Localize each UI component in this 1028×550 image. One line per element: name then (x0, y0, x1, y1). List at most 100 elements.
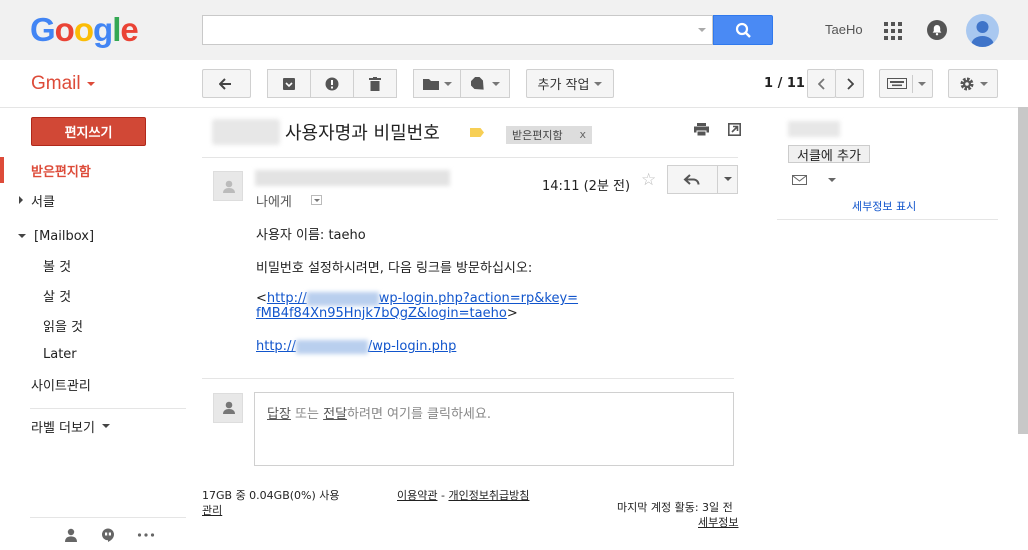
sidebar-item-site-admin[interactable]: 사이트관리 (0, 371, 186, 397)
chevron-down-icon (917, 81, 926, 86)
login-link[interactable]: http:///wp-login.php (256, 339, 456, 354)
labels-button[interactable] (460, 69, 510, 98)
notifications-bell-icon[interactable] (927, 20, 947, 40)
add-to-circles-button[interactable]: 서클에 추가 (788, 145, 870, 164)
star-icon[interactable]: ☆ (641, 170, 656, 190)
inbox-label-chip[interactable]: 받은편지함 x (506, 126, 592, 144)
sidebar-item-circles[interactable]: 서클 (0, 187, 186, 213)
chevron-down-icon (86, 81, 95, 86)
sidebar-item-inbox[interactable]: 받은편지함 (0, 157, 186, 183)
reply-button[interactable] (667, 165, 718, 194)
new-window-icon[interactable] (728, 123, 741, 136)
forward-link[interactable]: 전달 (323, 407, 347, 422)
sidebar-item-to-buy[interactable]: 살 것 (0, 282, 186, 308)
login-link-line: http:///wp-login.php (256, 339, 456, 354)
back-button[interactable] (202, 69, 251, 98)
quick-reply-box[interactable]: 답장 또는 전달하려면 여기를 클릭하세요. (254, 392, 734, 466)
search-input[interactable] (202, 15, 713, 45)
chevron-left-icon (817, 77, 825, 90)
back-arrow-icon (218, 77, 231, 90)
more-dots-icon[interactable] (137, 528, 155, 542)
delete-button[interactable] (353, 69, 397, 98)
chevron-down-icon (724, 177, 732, 181)
message-time: 14:11 (2분 전) (542, 179, 631, 194)
search-options-caret-icon[interactable] (698, 28, 706, 32)
account-name[interactable]: TaeHo (825, 22, 863, 37)
compose-button[interactable]: 편지쓰기 (31, 117, 146, 146)
chevron-right-icon (846, 77, 854, 90)
sidebar-item-mailbox[interactable]: [Mailbox] (0, 223, 186, 249)
show-details-caret-icon[interactable] (311, 195, 322, 205)
search-icon (735, 22, 751, 38)
logo-letter: g (93, 11, 113, 48)
settings-button[interactable] (948, 69, 998, 98)
sender-avatar[interactable] (213, 171, 243, 201)
manage-storage-link[interactable]: 관리 (202, 502, 222, 518)
sidebar-item-to-read[interactable]: 읽을 것 (0, 312, 186, 338)
redacted-domain (306, 291, 379, 306)
reply-link[interactable]: 답장 (267, 407, 291, 422)
trash-icon (369, 76, 381, 91)
divider (911, 74, 913, 93)
expand-arrow-icon[interactable] (19, 196, 23, 204)
apps-grid-icon[interactable] (884, 22, 902, 40)
older-button[interactable] (835, 69, 864, 98)
email-envelope-icon[interactable] (792, 175, 807, 185)
sidebar-item-later[interactable]: Later (0, 341, 186, 367)
archive-button[interactable] (267, 69, 311, 98)
collapse-arrow-icon[interactable] (18, 234, 26, 238)
logo-letter: o (73, 11, 94, 48)
reset-link-line2: fMB4f84Xn95Hnjk7bQgZ&login=taeho> (256, 306, 518, 321)
more-labels-link[interactable]: 라벨 더보기 (0, 413, 186, 439)
privacy-link[interactable]: 개인정보취급방침 (448, 489, 529, 502)
logo-letter: e (120, 11, 138, 48)
message-divider (202, 378, 734, 379)
contact-divider (777, 219, 998, 220)
gear-icon (960, 77, 973, 90)
username-line: 사용자 이름: taeho (256, 228, 366, 243)
chevron-down-icon[interactable] (828, 178, 836, 182)
more-actions-button[interactable]: 추가 작업 (526, 69, 614, 98)
logo-letter: G (30, 11, 56, 48)
subject-redacted-prefix (212, 119, 280, 145)
newer-button[interactable] (807, 69, 836, 98)
sidebar-bottom-divider (30, 517, 186, 518)
logo-letter: l (112, 11, 121, 48)
google-logo[interactable]: Google (30, 11, 139, 49)
storage-usage: 17GB 중 0.04GB(0%) 사용 (202, 489, 340, 502)
terms-link[interactable]: 이용약관 (397, 489, 437, 502)
sender-name-redacted[interactable] (255, 170, 450, 186)
search-button[interactable] (713, 15, 773, 45)
input-tools-button[interactable] (879, 69, 933, 98)
contact-name-redacted (788, 121, 840, 137)
print-icon[interactable] (694, 123, 709, 136)
hangouts-quote-icon[interactable] (101, 528, 115, 542)
page-scrollbar[interactable] (1018, 107, 1028, 434)
reply-more-button[interactable] (717, 165, 738, 194)
reset-link[interactable]: http://wp-login.php?action=rp&key= (267, 291, 578, 306)
contacts-person-icon[interactable] (64, 528, 78, 542)
important-marker-icon[interactable] (470, 128, 484, 137)
label-tag-icon (470, 76, 484, 90)
remove-label-button[interactable]: x (579, 128, 586, 141)
subject-divider (202, 157, 738, 158)
keyboard-icon (886, 78, 907, 89)
logo-letter: o (54, 11, 75, 48)
move-to-button[interactable] (413, 69, 461, 98)
report-spam-button[interactable] (310, 69, 354, 98)
recipient-label: 나에게 (256, 195, 292, 210)
show-details-link[interactable]: 세부정보 표시 (852, 198, 916, 214)
toolbar-divider (0, 107, 1028, 108)
chevron-down-icon (101, 424, 110, 428)
folder-icon (422, 78, 439, 90)
chevron-down-icon (979, 81, 988, 86)
last-activity: 마지막 계정 활동: 3일 전 (617, 501, 733, 514)
activity-details-link[interactable]: 세부정보 (698, 514, 738, 530)
chevron-down-icon (594, 81, 603, 86)
gmail-menu[interactable]: Gmail (31, 73, 95, 95)
spam-icon (325, 77, 339, 90)
chevron-down-icon (443, 81, 452, 86)
sidebar-item-to-see[interactable]: 볼 것 (0, 252, 186, 278)
reset-link-cont[interactable]: fMB4f84Xn95Hnjk7bQgZ&login=taeho (256, 306, 507, 321)
account-avatar[interactable] (966, 14, 999, 47)
